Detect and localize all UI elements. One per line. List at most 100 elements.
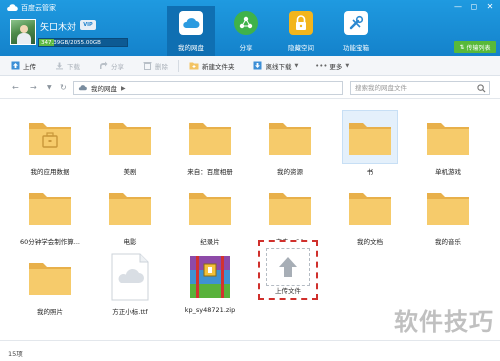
upload-button[interactable]: 上传	[10, 61, 36, 71]
folder-icon	[262, 110, 318, 164]
storage-text: 347.39GB/2055.00GB	[41, 40, 101, 46]
folder-icon	[342, 110, 398, 164]
folder-item[interactable]: 来自：百度相册	[171, 110, 249, 176]
tab-toolbox[interactable]: 功能宝箱	[332, 6, 380, 56]
folder-item[interactable]: 我的音乐	[409, 180, 487, 246]
more-button[interactable]: ••• 更多 ▼	[315, 61, 349, 71]
file-item[interactable]: kp_sy48721.zip	[171, 250, 249, 314]
tab-label: 分享	[239, 44, 253, 52]
breadcrumb-root[interactable]: 我的网盘	[91, 83, 117, 93]
file-name: 方正小标.ttf	[112, 308, 148, 316]
download-label: 下载	[67, 62, 80, 71]
file-name: 我的应用数据	[30, 168, 70, 176]
folder-item[interactable]: 单机游戏	[409, 110, 487, 176]
toolbar: 上传 下载 分享 删除 新建文件夹 离线下载 ▼ ••• 更多 ▼	[0, 56, 500, 76]
folder-icon	[22, 110, 78, 164]
tab-my-netdisk[interactable]: 我的网盘	[167, 6, 215, 56]
folder-item[interactable]: 60分钟学会制作算...	[11, 180, 89, 246]
tab-label: 我的网盘	[178, 44, 204, 52]
file-name: 单机游戏	[435, 168, 461, 176]
avatar[interactable]	[10, 19, 36, 45]
new-folder-button[interactable]: 新建文件夹	[189, 61, 235, 71]
file-name: 我的照片	[37, 308, 63, 316]
delete-button[interactable]: 删除	[142, 61, 168, 71]
folder-icon	[182, 180, 238, 234]
upload-file-tile[interactable]: 上传文件	[258, 240, 318, 300]
app-title-text: 百度云管家	[21, 4, 56, 12]
dropdown-arrow-icon[interactable]: ▼	[47, 84, 52, 91]
window-controls: — ◻ ✕	[452, 2, 496, 11]
folder-icon	[262, 180, 318, 234]
file-name: 电影	[123, 238, 137, 246]
file-name: 美剧	[123, 168, 137, 176]
storage-bar: 347.39GB/2055.00GB	[38, 38, 128, 47]
folder-item[interactable]: 我的文档	[331, 180, 409, 246]
chevron-right-icon: ▶	[121, 84, 126, 92]
folder-icon	[102, 110, 158, 164]
zip-file-icon	[182, 250, 238, 304]
refresh-icon[interactable]: ↻	[60, 83, 67, 92]
minimize-button[interactable]: —	[452, 2, 464, 11]
title-bar: 百度云管家 — ◻ ✕ 矢口木対 VIP 347.39GB/2055.00GB …	[0, 0, 500, 56]
breadcrumb[interactable]: 我的网盘 ▶	[73, 81, 343, 95]
folder-item[interactable]: 我的资源	[251, 110, 329, 176]
cloud-icon	[179, 11, 203, 35]
share-button[interactable]: 分享	[98, 61, 124, 71]
folder-item[interactable]: 纪录片	[171, 180, 249, 246]
maximize-button[interactable]: ◻	[468, 2, 480, 11]
download-button[interactable]: 下载	[54, 61, 80, 71]
file-name: 我的文档	[357, 238, 383, 246]
folder-icon	[22, 180, 78, 234]
app-title: 百度云管家	[6, 3, 56, 13]
forward-arrow-icon[interactable]: →	[30, 83, 37, 92]
folder-item[interactable]: 我的应用数据	[11, 110, 89, 176]
file-item[interactable]: 方正小标.ttf	[91, 250, 169, 316]
vip-badge[interactable]: VIP	[80, 20, 96, 30]
toolbox-icon	[344, 11, 368, 35]
share-small-icon	[98, 61, 108, 71]
folder-icon	[22, 250, 78, 304]
username[interactable]: 矢口木対	[40, 20, 76, 33]
more-label: 更多	[329, 62, 343, 71]
toolbar-divider	[178, 59, 179, 72]
folder-item[interactable]: 我的照片	[11, 250, 89, 316]
folder-icon	[182, 110, 238, 164]
transfer-list-button[interactable]: ⇅ 传输列表	[454, 41, 496, 53]
more-icon: •••	[315, 61, 328, 70]
search-placeholder: 搜索我的网盘文件	[355, 84, 407, 92]
close-button[interactable]: ✕	[484, 2, 496, 11]
file-name: 来自：百度相册	[187, 168, 233, 176]
file-name: 纪录片	[200, 238, 220, 246]
search-icon[interactable]	[477, 84, 486, 93]
offline-download-button[interactable]: 离线下载 ▼	[253, 61, 299, 71]
file-name: 60分钟学会制作算...	[20, 238, 80, 246]
cloud-small-icon	[78, 85, 87, 91]
folder-icon	[420, 110, 476, 164]
lock-icon	[289, 11, 313, 35]
main-nav: 我的网盘 分享 隐藏空间 功能宝箱	[167, 6, 380, 56]
folder-item[interactable]: 书	[331, 110, 409, 176]
file-name: 我的资源	[277, 168, 303, 176]
folder-item[interactable]: 来自：Q1	[251, 180, 329, 246]
download-icon	[54, 61, 64, 71]
folder-icon	[102, 180, 158, 234]
chevron-down-icon: ▼	[294, 62, 299, 69]
cloud-logo-icon	[7, 4, 18, 11]
tab-hidden-space[interactable]: 隐藏空间	[277, 6, 325, 56]
search-input[interactable]: 搜索我的网盘文件	[350, 81, 490, 95]
folder-item[interactable]: 电影	[91, 180, 169, 246]
file-name: 我的音乐	[435, 238, 461, 246]
folder-icon	[420, 180, 476, 234]
folder-item[interactable]: 美剧	[91, 110, 169, 176]
new-folder-icon	[189, 61, 199, 71]
file-name: 书	[366, 168, 374, 176]
upload-file-label: 上传文件	[275, 287, 301, 295]
tab-label: 功能宝箱	[343, 44, 369, 52]
tab-share[interactable]: 分享	[222, 6, 270, 56]
upload-arrow-icon	[279, 257, 297, 277]
upload-drop-area	[266, 248, 310, 286]
delete-label: 删除	[155, 62, 168, 71]
offline-download-icon	[253, 61, 263, 71]
font-file-icon	[102, 250, 158, 304]
back-arrow-icon[interactable]: ←	[12, 83, 19, 92]
